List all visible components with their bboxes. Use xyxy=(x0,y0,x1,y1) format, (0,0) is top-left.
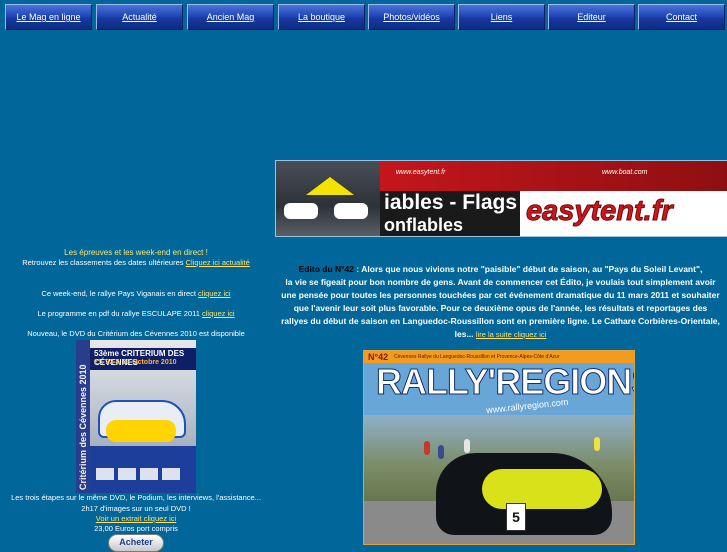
edito-line-4: que l'avenir leur soit plus favorable. P… xyxy=(293,303,708,313)
banner-text-area: iables - Flags onflables xyxy=(380,191,520,236)
magazine-spectator xyxy=(438,445,444,459)
nav-actualite[interactable]: Actualité xyxy=(96,4,183,30)
nav-ancien-mag[interactable]: Ancien Mag xyxy=(187,4,274,30)
top-navigation: Le Mag en ligne Actualité Ancien Mag La … xyxy=(4,4,727,31)
retrouvez-text: Retrouvez les classements des dates ulté… xyxy=(22,258,184,267)
edito-line-1: Edito du N°42 : Alors que nous vivions n… xyxy=(298,264,703,274)
dvd-duration-text: 2h17 d'images sur un seul DVD ! xyxy=(81,504,191,513)
easytent-logo: easytent.fr xyxy=(526,195,674,228)
weekend-link[interactable]: cliquez ici xyxy=(198,289,231,298)
dvd-banner: 53ème CRITERIUM DES CÉVENNES 21, 22 & 23… xyxy=(90,348,196,370)
banner-hall-photo xyxy=(276,161,380,236)
dvd-sponsor-strip xyxy=(90,446,196,493)
programme-text: Le programme en pdf du rallye ESCULAPE 2… xyxy=(37,309,200,318)
edito-line-6: les... lire la suite cliquez ici xyxy=(275,328,726,341)
weekend-line: Ce week-end, le rallye Pays Viganais en … xyxy=(0,289,272,298)
dvd-spine-text: Critérium des Cévennes 2010 xyxy=(78,364,88,490)
extract-link[interactable]: Voir un extrait cliquez ici xyxy=(96,514,176,523)
magazine-spectator xyxy=(594,437,600,451)
banner-red-band: www.easytent.fr www.boat.com xyxy=(380,161,727,191)
nav-liens[interactable]: Liens xyxy=(458,4,545,30)
magazine-cover[interactable]: 5 N°42 Cévennes Rallye du Languedoc-Rous… xyxy=(363,350,635,545)
magazine-title: RALLY'REGIONS xyxy=(375,361,635,403)
easytent-banner[interactable]: www.easytent.fr www.boat.com iables - Fl… xyxy=(275,160,727,237)
dvd-car-livery xyxy=(106,420,176,442)
magazine-spectator xyxy=(424,441,430,455)
dvd-cover-image[interactable]: Critérium des Cévennes 2010 53ème CRITER… xyxy=(76,340,196,493)
banner-tent-shape xyxy=(306,177,354,195)
nav-photos-videos[interactable]: Photos/vidéos xyxy=(368,4,455,30)
nav-editeur[interactable]: Editeur xyxy=(548,4,635,30)
nav-contact[interactable]: Contact xyxy=(638,4,725,30)
edito-line-5: rallyes du début de saison en Languedoc-… xyxy=(281,316,720,326)
actualite-link[interactable]: Cliquez ici actualité xyxy=(186,258,250,267)
buy-button[interactable]: Acheter xyxy=(108,534,164,552)
banner-car-left xyxy=(284,203,318,219)
dvd-announcement: Nouveau, le DVD du Critérium des Cévenne… xyxy=(27,329,245,338)
edito-line-3: une pensée pour toutes les personnes tou… xyxy=(281,290,720,300)
dvd-stages-text: Les trois étapes sur le même DVD, le Pod… xyxy=(11,493,261,502)
dvd-banner-dates: 21, 22 & 23 Octobre 2010 xyxy=(94,359,177,366)
banner-text-2: onflables xyxy=(384,215,464,235)
banner-url-2: www.boat.com xyxy=(602,169,648,176)
banner-text-1: iables - Flags xyxy=(384,191,518,214)
dvd-spine: Critérium des Cévennes 2010 xyxy=(76,340,90,493)
programme-line: Le programme en pdf du rallye ESCULAPE 2… xyxy=(0,309,272,318)
weekend-text: Ce week-end, le rallye Pays Viganais en … xyxy=(41,289,196,298)
edito-read-more-link[interactable]: lire la suite cliquez ici xyxy=(476,330,546,339)
magazine-car-number: 5 xyxy=(506,503,526,531)
magazine-header-text: Cévennes Rallye du Languedoc-Roussillon … xyxy=(394,354,560,360)
retrouvez-line: Retrouvez les classements des dates ulté… xyxy=(0,258,272,267)
programme-link[interactable]: cliquez ici xyxy=(202,309,235,318)
banner-car-right xyxy=(334,203,368,219)
edito-text-1: Alors que nous vivions notre "paisible" … xyxy=(361,264,703,274)
nav-le-mag-en-ligne[interactable]: Le Mag en ligne xyxy=(5,4,92,30)
banner-url-1: www.easytent.fr xyxy=(396,169,446,176)
magazine-spectator xyxy=(464,439,470,453)
extract-line: Voir un extrait cliquez ici xyxy=(0,514,272,523)
edito-text-6: les... xyxy=(454,329,474,339)
nav-la-boutique[interactable]: La boutique xyxy=(278,4,365,30)
magazine-car-livery xyxy=(482,469,602,509)
banner-brand-area: easytent.fr xyxy=(520,191,727,236)
edito-line-2: la vie se figeait pour bon nombre de gen… xyxy=(285,277,716,287)
edito-label: Edito du N°42 xyxy=(298,264,354,274)
dvd-price: 23,00 Euros port compris xyxy=(94,524,178,533)
epreuves-title: Les épreuves et les week-end en direct ! xyxy=(64,248,208,257)
